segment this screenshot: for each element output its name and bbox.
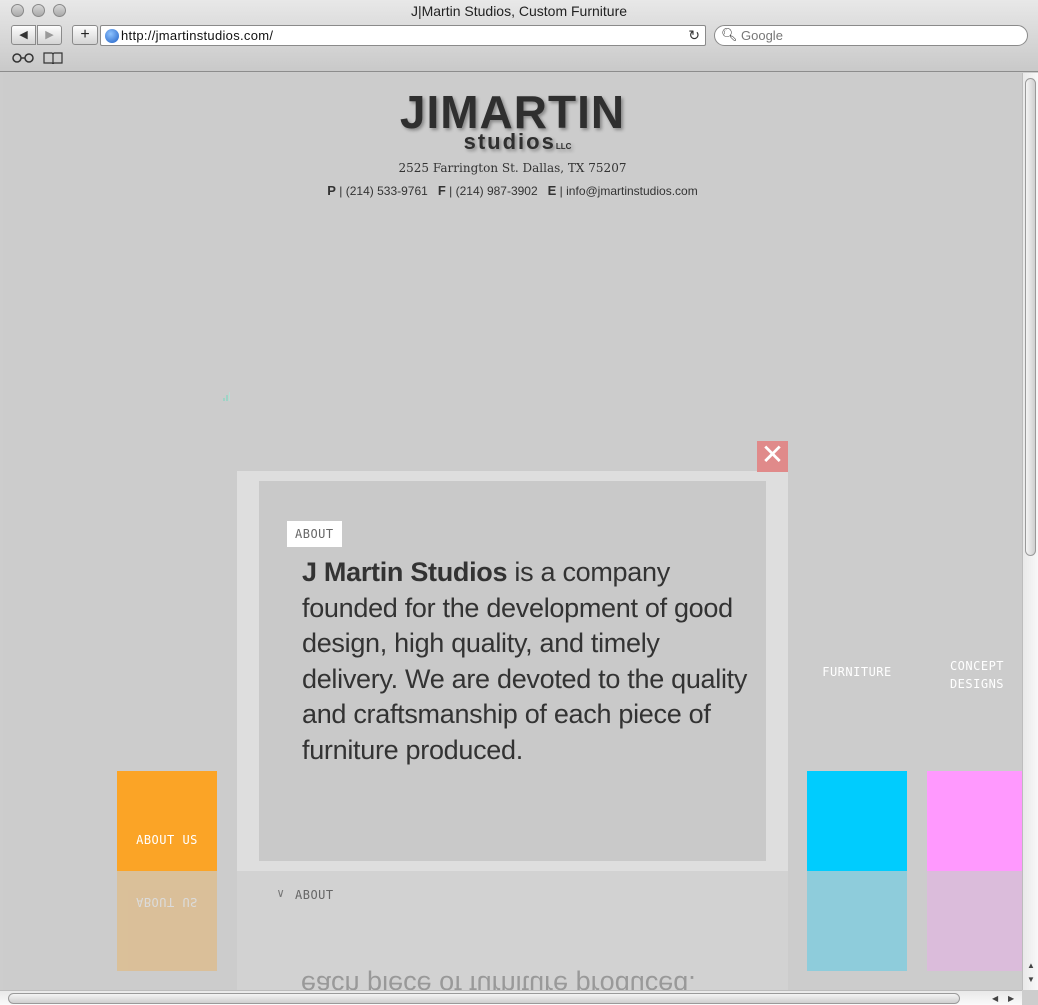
address-bar[interactable]: http://jmartinstudios.com/ ↻: [100, 25, 706, 46]
fax-number: (214) 987-3902: [455, 184, 538, 198]
about-us-label: ABOUT US: [136, 833, 198, 847]
email-link[interactable]: info@jmartinstudios.com: [566, 184, 698, 198]
search-icon: 🔍︎: [721, 27, 738, 42]
reload-icon[interactable]: ↻: [688, 27, 700, 44]
logo-studios: studios: [463, 129, 556, 154]
scroll-down-icon[interactable]: ▼: [1027, 975, 1035, 984]
url-text[interactable]: http://jmartinstudios.com/: [121, 28, 273, 43]
about-body: is a company founded for the development…: [302, 557, 748, 765]
concept-designs-label[interactable]: CONCEPT DESIGNS: [927, 657, 1022, 693]
scroll-right-icon[interactable]: ▶: [1008, 994, 1014, 1003]
about-modal-reflection: ∨ ABOUT each piece of furniture produced…: [237, 871, 788, 990]
company-name: J Martin Studios: [302, 557, 508, 587]
back-arrow-icon: ◀: [19, 29, 28, 41]
about-toggle-label[interactable]: ABOUT: [295, 888, 334, 902]
scroll-left-icon[interactable]: ◀: [992, 994, 998, 1003]
close-modal-button[interactable]: ✕: [757, 441, 788, 472]
mirrored-text: each piece of furniture produced.: [301, 970, 696, 990]
close-icon: ✕: [760, 439, 785, 470]
search-field[interactable]: 🔍︎ Google: [714, 25, 1028, 46]
about-modal: ABOUT J Martin Studios is a company foun…: [237, 471, 788, 871]
about-us-reflection-label: ABOUT US: [136, 895, 198, 909]
email-label: E: [547, 183, 557, 198]
horizontal-scrollbar[interactable]: ◀ ▶: [0, 990, 1022, 1005]
about-tag: ABOUT: [287, 521, 342, 547]
logo-llc: LLC: [555, 142, 572, 151]
forward-button[interactable]: ▶: [37, 25, 62, 45]
forward-arrow-icon: ▶: [45, 29, 54, 41]
about-us-reflection: ABOUT US: [117, 871, 217, 971]
globe-icon: [105, 29, 119, 43]
vertical-scrollbar[interactable]: ▲ ▼: [1022, 73, 1038, 990]
logo-subtitle: studiosLLC: [3, 129, 1022, 155]
add-bookmark-button[interactable]: +: [72, 25, 98, 45]
browser-window: J|Martin Studios, Custom Furniture ◀ ▶ +…: [0, 0, 1038, 1005]
glasses-icon[interactable]: [12, 51, 34, 66]
window-title: J|Martin Studios, Custom Furniture: [410, 3, 628, 19]
about-modal-content: ABOUT J Martin Studios is a company foun…: [259, 481, 766, 861]
chevron-down-icon[interactable]: ∨: [277, 886, 284, 900]
concept-designs-reflection: [927, 871, 1022, 971]
fax-label: F: [437, 183, 446, 198]
plus-icon: +: [80, 26, 90, 43]
furniture-tile[interactable]: [807, 771, 907, 871]
designs-label-line: DESIGNS: [949, 677, 1005, 691]
horizontal-scroll-thumb[interactable]: [8, 993, 960, 1004]
phone-number: (214) 533-9761: [345, 184, 428, 198]
browser-toolbar: J|Martin Studios, Custom Furniture ◀ ▶ +…: [0, 0, 1038, 72]
concept-label-line: CONCEPT: [949, 659, 1005, 673]
search-placeholder: Google: [741, 28, 783, 43]
furniture-reflection: [807, 871, 907, 971]
address: 2525 Farrington St. Dallas, TX 75207: [398, 161, 627, 175]
phone-label: P: [327, 183, 336, 198]
concept-designs-tile[interactable]: [927, 771, 1022, 871]
about-us-tile[interactable]: ABOUT US: [117, 771, 217, 871]
book-icon[interactable]: [43, 51, 63, 67]
web-page: JIMARTIN studiosLLC 2525 Farrington St. …: [3, 73, 1022, 990]
loading-indicator-icon: [223, 392, 230, 401]
furniture-label[interactable]: FURNITURE: [807, 665, 907, 679]
vertical-scroll-thumb[interactable]: [1025, 78, 1036, 556]
back-button[interactable]: ◀: [11, 25, 36, 45]
contact-line: P | (214) 533-9761 F | (214) 987-3902 E …: [327, 183, 698, 198]
scroll-up-icon[interactable]: ▲: [1027, 961, 1035, 970]
about-paragraph: J Martin Studios is a company founded fo…: [302, 555, 752, 768]
